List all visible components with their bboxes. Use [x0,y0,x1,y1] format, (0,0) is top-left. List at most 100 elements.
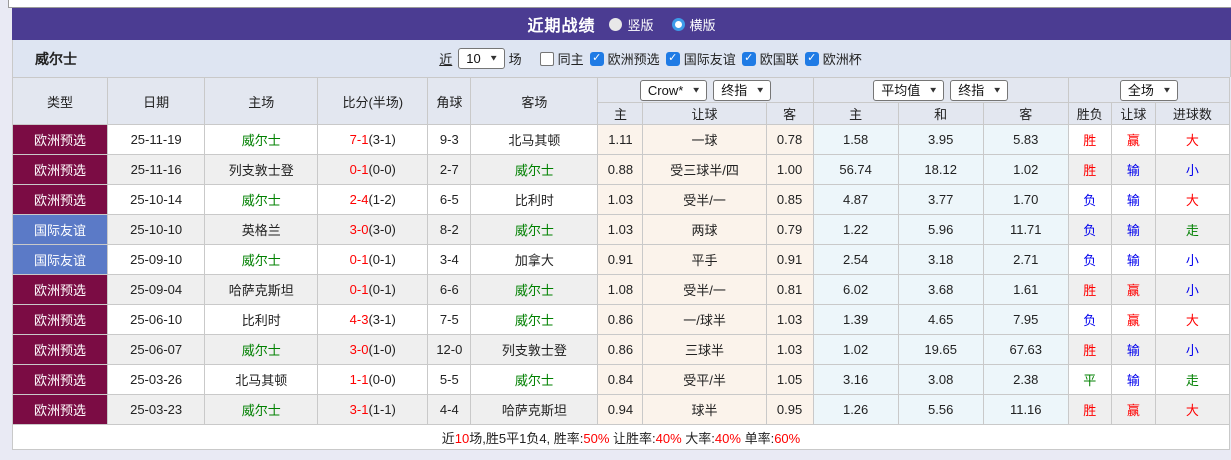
type-badge: 欧洲预选 [11,154,109,185]
avg-away-cell: 5.83 [982,124,1069,155]
summary-part: 50% [583,430,610,446]
average-select[interactable]: 平均值 ▼ [873,79,945,101]
handicap-result-cell: 输 [1110,244,1156,275]
corner-cell: 4-4 [427,394,472,425]
home-team-cell: 哈萨克斯坦 [204,274,319,305]
home-team-cell: 威尔士 [204,244,319,275]
radio-vertical-label: 竖版 [627,17,654,33]
corner-cell: 6-5 [427,184,472,215]
sub-header-avg-draw: 和 [897,102,984,125]
result-cell: 胜 [1067,124,1112,155]
handicap-cell: 两球 [642,214,767,245]
checkbox-comp-1[interactable]: ✓ [665,51,680,66]
comp-label-2: 欧国联 [759,52,799,67]
checkbox-same-home[interactable] [539,51,554,66]
results-table: 类型 日期 主场 比分(半场) 角球 客场 Crow* ▼ 终指 ▼ 平均值 ▼… [11,77,1231,450]
radio-vertical-layout[interactable]: 竖版 [609,15,654,34]
sub-header-goals: 进球数 [1154,102,1231,125]
checkbox-comp-3[interactable]: ✓ [804,51,819,66]
score-cell: 0-1(0-1) [317,244,429,275]
date-cell: 25-06-07 [107,334,206,365]
layout-radio-group: 竖版 横版 [609,15,716,34]
handicap-result-cell: 输 [1110,154,1156,185]
summary-part: 60% [774,430,801,446]
col-header-score: 比分(半场) [317,77,429,125]
odds-stage-select[interactable]: 终指 ▼ [713,79,772,101]
avg-draw-cell: 3.68 [897,274,984,305]
avg-home-cell: 1.02 [812,334,899,365]
avg-home-cell: 4.87 [812,184,899,215]
away-odds-cell: 0.79 [765,214,814,245]
sub-header-handicap-result: 让球 [1110,102,1156,125]
handicap-result-cell: 赢 [1110,394,1156,425]
home-team-cell: 北马其顿 [204,364,319,395]
result-cell: 负 [1067,184,1112,215]
away-team-cell: 列支敦士登 [470,334,599,365]
summary-part: 40% [714,430,741,446]
avg-away-cell: 7.95 [982,304,1069,335]
home-odds-cell: 0.94 [597,394,644,425]
away-team-cell: 哈萨克斯坦 [470,394,599,425]
avg-draw-cell: 5.56 [897,394,984,425]
col-header-date: 日期 [107,77,206,125]
filter-controls: 近 10 ▼ 场 同主 ✓ 欧洲预选 ✓ 国际友谊 ✓ 欧国联 ✓ 欧洲杯 [439,48,863,69]
handicap-cell: 一/球半 [642,304,767,335]
col-header-away: 客场 [470,77,599,125]
average-stage-select[interactable]: 终指 ▼ [950,79,1009,101]
corner-cell: 12-0 [427,334,472,365]
avg-away-cell: 2.71 [982,244,1069,275]
away-odds-cell: 0.81 [765,274,814,305]
type-badge: 欧洲预选 [11,394,109,425]
score-cell: 2-4(1-2) [317,184,429,215]
away-team-cell: 加拿大 [470,244,599,275]
result-cell: 平 [1067,364,1112,395]
date-cell: 25-09-10 [107,244,206,275]
handicap-result-cell: 输 [1110,214,1156,245]
corner-cell: 2-7 [427,154,472,185]
corner-cell: 7-5 [427,304,472,335]
avg-draw-cell: 19.65 [897,334,984,365]
match-row: 国际友谊 25-09-10 威尔士 0-1(0-1) 3-4 加拿大 0.91 … [11,244,1231,275]
bookmaker-select[interactable]: Crow* ▼ [639,79,708,101]
top-divider [8,0,1231,8]
corner-cell: 9-3 [427,124,472,155]
comp-label-1: 国际友谊 [683,52,736,67]
recent-count-select[interactable]: 10 ▼ [458,48,505,69]
result-cell: 胜 [1067,394,1112,425]
summary-part: 场,胜5平1负4, 胜率: [469,430,584,446]
avg-draw-cell: 4.65 [897,304,984,335]
score-cell: 3-0(3-0) [317,214,429,245]
avg-away-cell: 67.63 [982,334,1069,365]
handicap-cell: 平手 [642,244,767,275]
checkbox-comp-2[interactable]: ✓ [741,51,756,66]
away-team-cell: 威尔士 [470,214,599,245]
scope-select[interactable]: 全场 ▼ [1119,79,1178,101]
same-home-label: 同主 [557,52,584,67]
type-badge: 欧洲预选 [11,364,109,395]
goals-cell: 大 [1154,184,1231,215]
home-team-cell: 威尔士 [204,184,319,215]
panel-header: 近期战绩 竖版 横版 [12,8,1231,40]
match-row: 欧洲预选 25-09-04 哈萨克斯坦 0-1(0-1) 6-6 威尔士 1.0… [11,274,1231,305]
score-cell: 4-3(3-1) [317,304,429,335]
col-header-corner: 角球 [427,77,472,125]
goals-cell: 大 [1154,304,1231,335]
handicap-cell: 受半/一 [642,274,767,305]
match-row: 欧洲预选 25-03-26 北马其顿 1-1(0-0) 5-5 威尔士 0.84… [11,364,1231,395]
checkbox-comp-0[interactable]: ✓ [589,51,604,66]
away-odds-cell: 1.00 [765,154,814,185]
radio-horizontal-layout[interactable]: 横版 [671,15,716,34]
away-odds-cell: 0.78 [765,124,814,155]
recent-link[interactable]: 近 [439,49,452,68]
score-cell: 7-1(3-1) [317,124,429,155]
away-team-cell: 威尔士 [470,154,599,185]
avg-home-cell: 3.16 [812,364,899,395]
summary-part: 40% [655,430,682,446]
goals-cell: 大 [1154,394,1231,425]
summary-part: 近 [441,430,455,446]
result-cell: 胜 [1067,334,1112,365]
home-odds-cell: 1.03 [597,184,644,215]
summary-part: 10 [454,430,470,446]
avg-away-cell: 11.71 [982,214,1069,245]
team-name: 威尔士 [35,50,77,67]
